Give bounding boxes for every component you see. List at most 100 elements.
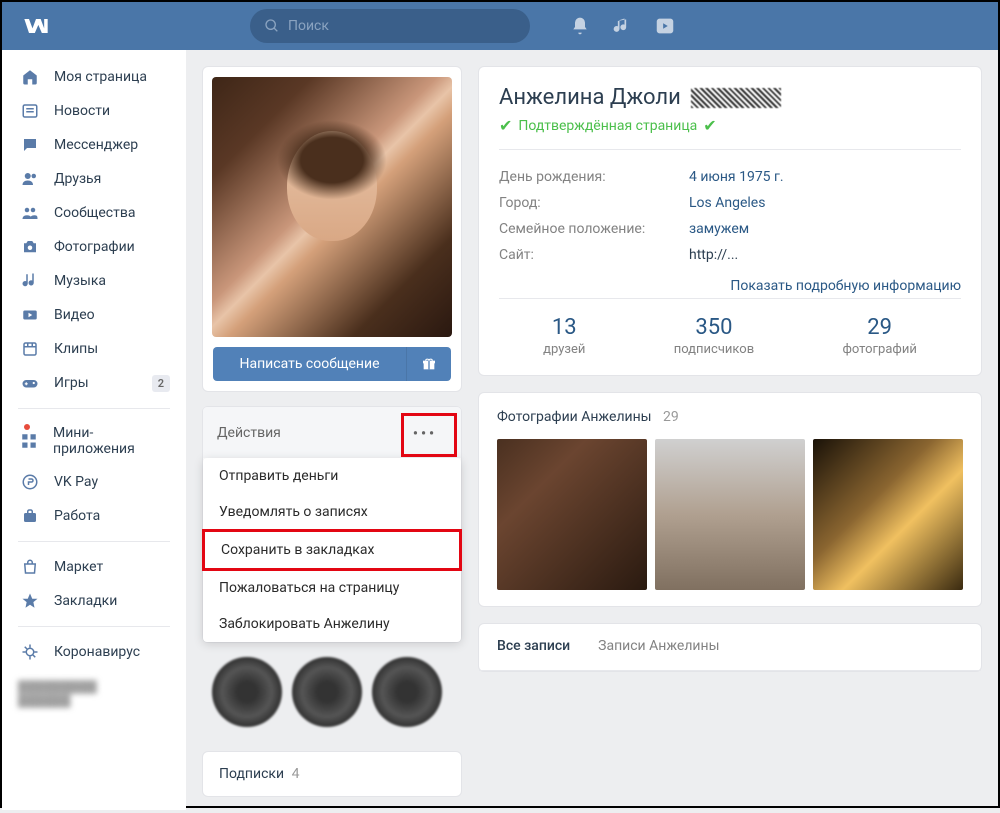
camera-icon	[18, 238, 42, 256]
music-icon[interactable]	[612, 16, 632, 36]
nav-messenger[interactable]: Мессенджер	[2, 128, 186, 162]
nav-covid[interactable]: Коронавирус	[2, 635, 186, 669]
friend-avatar[interactable]	[212, 657, 282, 727]
dropdown-send-money[interactable]: Отправить деньги	[203, 458, 461, 494]
dropdown-notify[interactable]: Уведомлять о записях	[203, 494, 461, 530]
info-birthday: День рождения:4 июня 1975 г.	[499, 164, 961, 190]
profile-photo-card: Написать сообщение	[202, 66, 462, 392]
photos-title-text: Фотографии Анжелины	[497, 409, 652, 425]
friends-icon	[18, 170, 42, 188]
tab-all-posts[interactable]: Все записи	[497, 638, 570, 656]
virus-icon	[18, 643, 42, 661]
profile-photo[interactable]	[212, 77, 452, 337]
nav-communities[interactable]: Сообщества	[2, 196, 186, 230]
nav-label: Фотографии	[54, 239, 135, 255]
tab-own-posts[interactable]: Записи Анжелины	[598, 638, 719, 656]
nav-job[interactable]: Работа	[2, 499, 186, 533]
nav-music[interactable]: Музыка	[2, 264, 186, 298]
friends-preview	[202, 647, 462, 737]
stat-label: подписчиков	[674, 342, 754, 357]
friend-avatar[interactable]	[292, 657, 362, 727]
info-value[interactable]: Los Angeles	[689, 195, 765, 211]
games-icon	[18, 374, 42, 392]
subs-count: 4	[292, 766, 300, 782]
stat-photos[interactable]: 29фотографий	[842, 315, 916, 357]
stat-number: 29	[842, 315, 916, 340]
search-box[interactable]	[250, 9, 530, 43]
info-city: Город:Los Angeles	[499, 190, 961, 216]
show-more-info[interactable]: Показать подробную информацию	[499, 278, 961, 294]
nav-separator	[18, 541, 170, 542]
groups-icon	[18, 204, 42, 222]
nav-label: Музыка	[54, 273, 106, 289]
actions-header[interactable]: Действия •••	[203, 407, 461, 458]
pay-icon	[18, 473, 42, 491]
subscriptions-card[interactable]: Подписки 4	[202, 751, 462, 797]
check-icon: ✔	[703, 116, 716, 135]
photos-title[interactable]: Фотографии Анжелины 29	[497, 409, 963, 425]
chat-icon	[18, 136, 42, 154]
dropdown-report[interactable]: Пожаловаться на страницу	[203, 570, 461, 606]
message-button[interactable]: Написать сообщение	[213, 347, 406, 381]
info-label: Город:	[499, 195, 689, 211]
nav-video[interactable]: Видео	[2, 298, 186, 332]
notifications-icon[interactable]	[570, 16, 590, 36]
actions-card: Действия ••• Отправить деньги Уведомлять…	[202, 406, 462, 643]
photo-thumbnail[interactable]	[813, 439, 963, 590]
actions-dropdown: Отправить деньги Уведомлять о записях Со…	[203, 458, 461, 642]
nav-label: VK Pay	[54, 474, 98, 490]
info-value[interactable]: замужем	[689, 221, 749, 237]
news-icon	[18, 102, 42, 120]
nav-news[interactable]: Новости	[2, 94, 186, 128]
nav-clips[interactable]: Клипы	[2, 332, 186, 366]
play-icon[interactable]	[654, 15, 676, 37]
stat-friends[interactable]: 13друзей	[543, 315, 585, 357]
nav-miniapps[interactable]: Мини-приложения	[2, 417, 186, 465]
nav-label: Видео	[54, 307, 95, 323]
info-label: День рождения:	[499, 169, 689, 185]
gift-button[interactable]	[406, 347, 451, 381]
nav-label: Сообщества	[54, 205, 135, 221]
info-label: Сайт:	[499, 247, 689, 263]
info-value[interactable]: http://...	[689, 247, 738, 263]
apps-icon	[18, 432, 41, 450]
nav-friends[interactable]: Друзья	[2, 162, 186, 196]
nav-label: Мини-приложения	[53, 425, 170, 457]
nav-games[interactable]: Игры2	[2, 366, 186, 400]
video-icon	[18, 306, 42, 324]
info-site: Сайт:http://...	[499, 242, 961, 268]
info-value[interactable]: 4 июня 1975 г.	[689, 169, 784, 185]
nav-label: Мессенджер	[54, 137, 138, 153]
photo-thumbnail[interactable]	[655, 439, 805, 590]
stats-row: 13друзей 350подписчиков 29фотографий	[499, 298, 961, 357]
photos-card: Фотографии Анжелины 29	[478, 392, 982, 607]
profile-name: Анжелина Джоли	[499, 85, 961, 110]
dropdown-block[interactable]: Заблокировать Анжелину	[203, 606, 461, 642]
clips-icon	[18, 340, 42, 358]
nav-my-page[interactable]: Моя страница	[2, 60, 186, 94]
nav-label: Друзья	[54, 171, 101, 187]
gift-icon	[421, 356, 437, 372]
info-label: Семейное положение:	[499, 221, 689, 237]
nav-label: Закладки	[54, 593, 117, 609]
info-marital: Семейное положение:замужем	[499, 216, 961, 242]
search-input[interactable]	[288, 18, 516, 34]
stat-followers[interactable]: 350подписчиков	[674, 315, 754, 357]
friend-avatar[interactable]	[372, 657, 442, 727]
highlight-annotation	[401, 413, 457, 457]
market-icon	[18, 558, 42, 576]
nav-separator	[18, 626, 170, 627]
vk-logo[interactable]	[22, 12, 50, 40]
nav-bookmarks[interactable]: Закладки	[2, 584, 186, 618]
wall-card: Все записи Записи Анжелины	[478, 623, 982, 672]
nav-photos[interactable]: Фотографии	[2, 230, 186, 264]
check-icon: ✔	[499, 116, 512, 135]
dropdown-bookmark[interactable]: Сохранить в закладках	[202, 529, 462, 571]
subs-title: Подписки	[219, 766, 284, 782]
nav-market[interactable]: Маркет	[2, 550, 186, 584]
profile-header-card: Анжелина Джоли ✔ Подтверждённая страница…	[478, 66, 982, 376]
more-button[interactable]: •••	[403, 419, 447, 446]
top-header	[2, 2, 998, 50]
nav-vkpay[interactable]: VK Pay	[2, 465, 186, 499]
photo-thumbnail[interactable]	[497, 439, 647, 590]
